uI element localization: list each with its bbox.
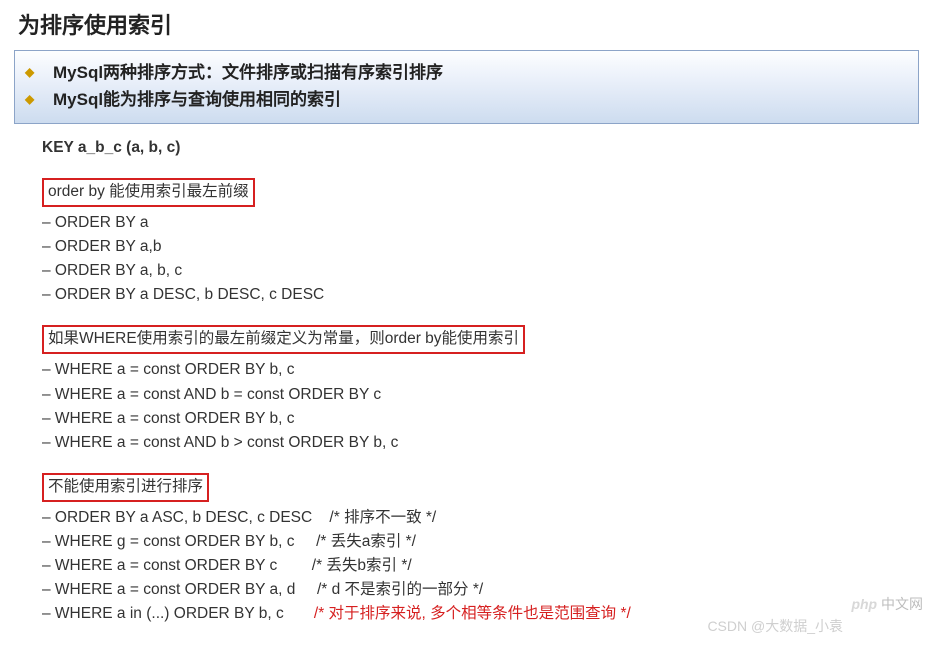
- key-definition: KEY a_b_c (a, b, c): [42, 136, 919, 160]
- list-item: – WHERE a = const AND b > const ORDER BY…: [42, 431, 919, 455]
- comment-text: /* 对于排序来说, 多个相等条件也是范围查询 */: [314, 602, 631, 626]
- summary-text-2: MySql能为排序与查询使用相同的索引: [53, 86, 341, 113]
- comment-text: /* 排序不一致 */: [329, 506, 436, 530]
- code-text: – WHERE a = const ORDER BY a, d: [42, 581, 317, 598]
- list-item: – WHERE a = const ORDER BY c /* 丢失b索引 */: [42, 554, 919, 578]
- summary-box: ◆ MySql两种排序方式：文件排序或扫描有序索引排序 ◆ MySql能为排序与…: [14, 50, 919, 124]
- watermark-php: php 中文网: [851, 594, 923, 614]
- comment-text: /* d 不是索引的一部分 */: [317, 578, 483, 602]
- list-item: – WHERE g = const ORDER BY b, c /* 丢失a索引…: [42, 530, 919, 554]
- list-item: – WHERE a = const ORDER BY b, c: [42, 407, 919, 431]
- section-3-header: 不能使用索引进行排序: [42, 473, 209, 502]
- section-2-header: 如果WHERE使用索引的最左前缀定义为常量，则order by能使用索引: [42, 325, 525, 354]
- list-item: – ORDER BY a,b: [42, 235, 919, 259]
- summary-line-2: ◆ MySql能为排序与查询使用相同的索引: [25, 86, 908, 113]
- list-item: – WHERE a = const AND b = const ORDER BY…: [42, 383, 919, 407]
- content-body: KEY a_b_c (a, b, c) order by 能使用索引最左前缀 –…: [14, 136, 919, 625]
- code-text: – WHERE g = const ORDER BY b, c: [42, 533, 316, 550]
- code-text: – ORDER BY a ASC, b DESC, c DESC: [42, 509, 329, 526]
- watermark-csdn: CSDN @大数据_小袁: [707, 616, 843, 636]
- list-item: – ORDER BY a, b, c: [42, 259, 919, 283]
- list-item: – ORDER BY a ASC, b DESC, c DESC /* 排序不一…: [42, 506, 919, 530]
- code-text: – WHERE a in (...) ORDER BY b, c: [42, 605, 314, 622]
- page-title: 为排序使用索引: [18, 8, 919, 40]
- summary-text-1: MySql两种排序方式：文件排序或扫描有序索引排序: [53, 59, 443, 86]
- code-text: – WHERE a = const ORDER BY c: [42, 557, 312, 574]
- php-cn-text: 中文网: [877, 596, 923, 612]
- section-1: order by 能使用索引最左前缀 – ORDER BY a – ORDER …: [42, 178, 919, 307]
- php-logo-text: php: [851, 596, 877, 612]
- comment-text: /* 丢失b索引 */: [312, 554, 412, 578]
- summary-line-1: ◆ MySql两种排序方式：文件排序或扫描有序索引排序: [25, 59, 908, 86]
- bullet-icon: ◆: [25, 63, 35, 82]
- section-3: 不能使用索引进行排序 – ORDER BY a ASC, b DESC, c D…: [42, 473, 919, 626]
- list-item: – ORDER BY a DESC, b DESC, c DESC: [42, 283, 919, 307]
- list-item: – WHERE a = const ORDER BY a, d /* d 不是索…: [42, 578, 919, 602]
- section-2: 如果WHERE使用索引的最左前缀定义为常量，则order by能使用索引 – W…: [42, 325, 919, 454]
- list-item: – WHERE a = const ORDER BY b, c: [42, 358, 919, 382]
- section-1-header: order by 能使用索引最左前缀: [42, 178, 255, 207]
- comment-text: /* 丢失a索引 */: [316, 530, 416, 554]
- bullet-icon: ◆: [25, 90, 35, 109]
- list-item: – ORDER BY a: [42, 211, 919, 235]
